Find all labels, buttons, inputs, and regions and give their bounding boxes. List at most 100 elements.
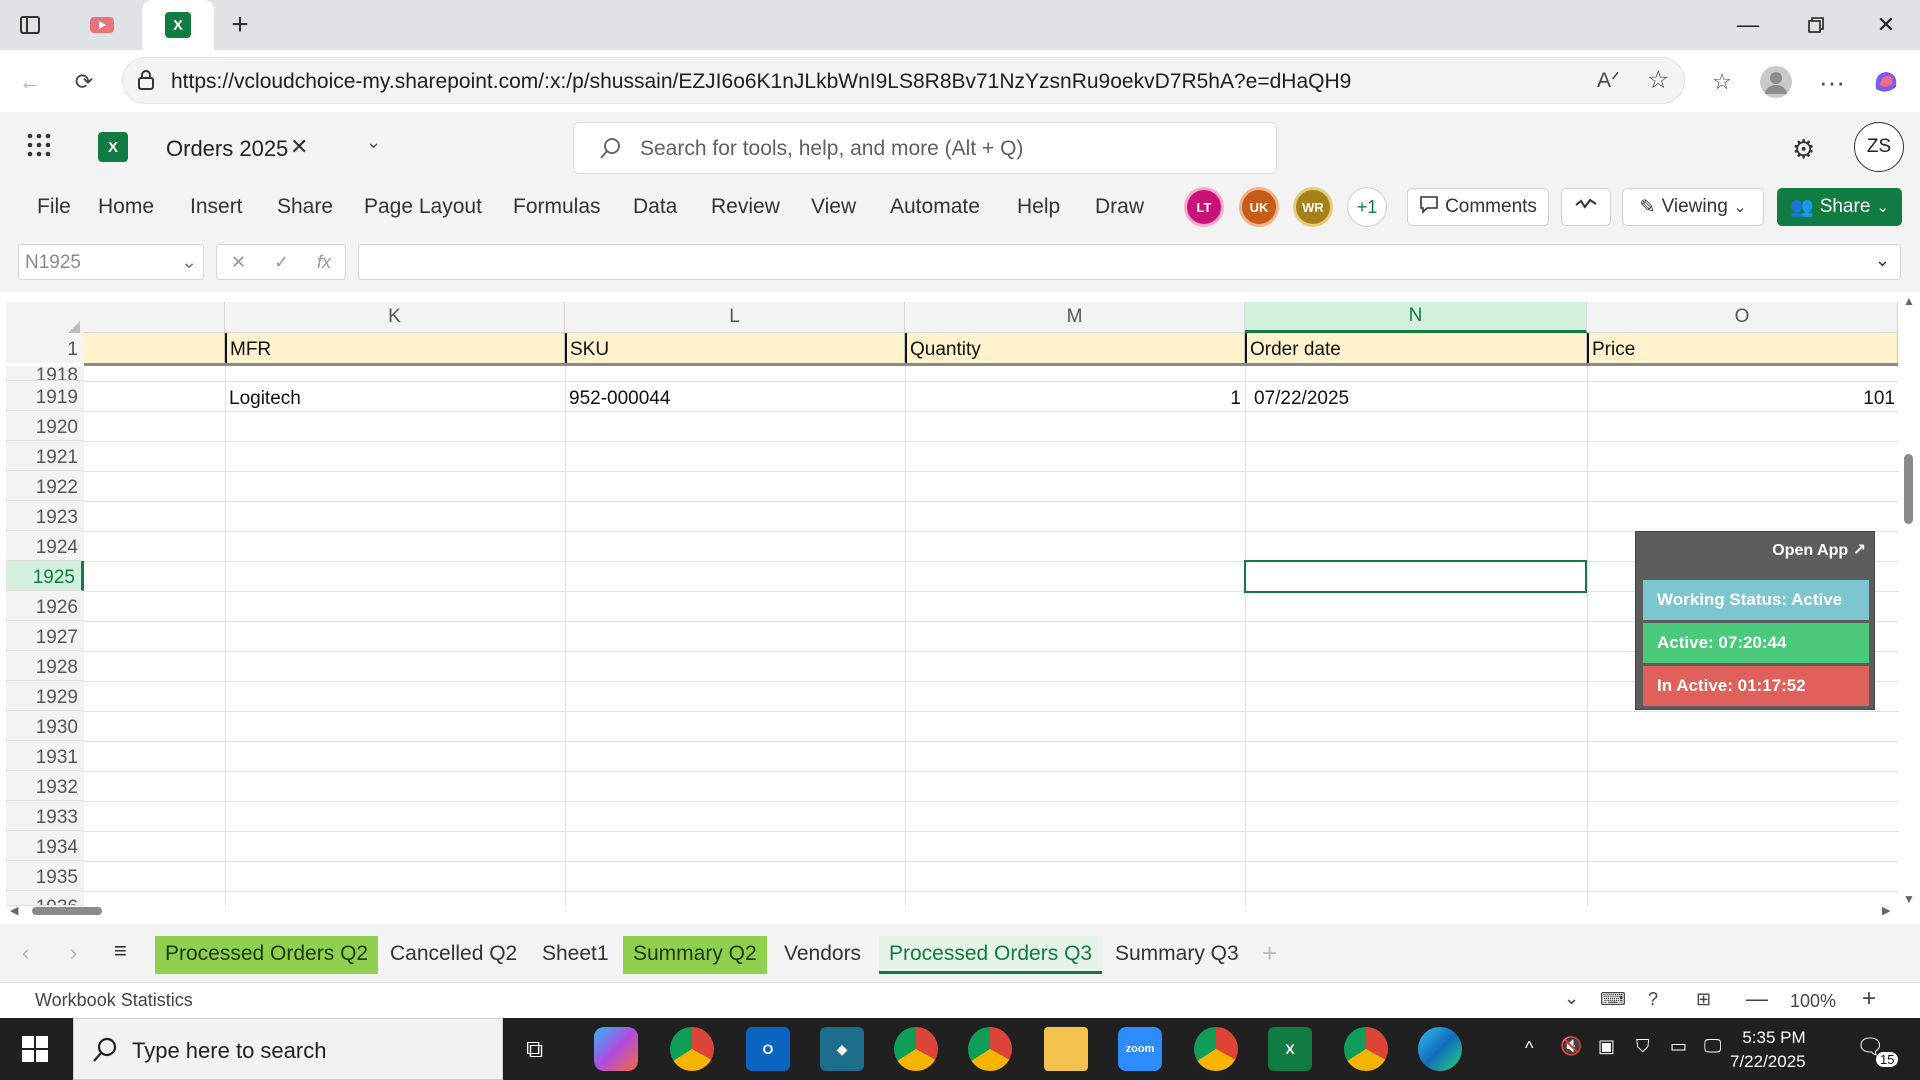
add-sheet-icon[interactable]: + [1262, 938, 1277, 969]
menu-home[interactable]: Home [98, 195, 154, 219]
sheet-tab-summary-q2[interactable]: Summary Q2 [623, 936, 767, 974]
share-button[interactable]: 👥 Share ⌄ [1777, 188, 1902, 226]
no-sync-icon[interactable]: ✕ [290, 134, 308, 160]
tab-actions-icon[interactable] [12, 7, 48, 43]
more-options-icon[interactable]: ··· [1812, 62, 1852, 102]
file-explorer-icon[interactable] [1044, 1027, 1088, 1071]
scroll-up-icon[interactable]: ▲ [1903, 294, 1915, 308]
menu-share[interactable]: Share [277, 195, 333, 219]
copilot-taskbar-icon[interactable] [594, 1027, 638, 1071]
feedback-icon[interactable]: ⊞ [1696, 989, 1711, 1010]
sheet-tab-processed-orders-q3[interactable]: Processed Orders Q3 [879, 936, 1103, 974]
more-collaborators[interactable]: +1 [1347, 187, 1387, 227]
collaborator-avatar-uk[interactable]: UK [1239, 187, 1279, 227]
tray-shield-icon[interactable]: ⛉ [1636, 1036, 1650, 1057]
tray-app-icon[interactable]: ▣ [1598, 1036, 1615, 1057]
activity-button[interactable] [1561, 188, 1611, 226]
selected-cell-n1925[interactable] [1244, 560, 1587, 593]
cell-mfr[interactable]: Logitech [229, 388, 301, 410]
back-icon[interactable]: ← [10, 62, 50, 102]
read-aloud-icon[interactable]: A͏ᐟ [1597, 68, 1620, 93]
app-diamond-icon[interactable]: ◆ [820, 1027, 864, 1071]
zoom-app-icon[interactable]: zoom [1118, 1027, 1162, 1071]
row-header[interactable]: 1928 [6, 651, 84, 681]
header-cell-order-date[interactable]: Order date [1245, 333, 1587, 363]
excel-app-icon[interactable]: X [98, 132, 128, 162]
column-header-j[interactable] [84, 302, 225, 333]
formula-input[interactable]: ⌄ [358, 244, 1901, 280]
vertical-scrollbar[interactable]: ▲ ▼ [1898, 292, 1920, 916]
sheet-tab-cancelled-q2[interactable]: Cancelled Q2 [380, 936, 527, 974]
collaborator-avatar-lt[interactable]: LT [1184, 187, 1224, 227]
youtube-tab-icon[interactable] [84, 7, 120, 43]
windows-start-icon[interactable] [22, 1036, 48, 1067]
insert-function-icon[interactable]: fx [317, 252, 331, 273]
restore-icon[interactable] [1788, 0, 1844, 50]
document-title[interactable]: Orders 2025 [166, 136, 288, 162]
column-header-l[interactable]: L [565, 302, 905, 333]
excel-tab[interactable]: X [142, 0, 214, 50]
zoom-level[interactable]: 100% [1790, 991, 1836, 1012]
taskbar-search[interactable]: Type here to search [73, 1018, 503, 1080]
zoom-in-icon[interactable]: + [1862, 985, 1876, 1013]
sheet-tab-vendors[interactable]: Vendors [774, 936, 871, 974]
prev-sheet-icon[interactable]: ‹ [22, 940, 29, 966]
cell-order-date[interactable]: 07/22/2025 [1254, 388, 1349, 410]
close-icon[interactable]: ✕ [1858, 0, 1914, 50]
new-tab-icon[interactable]: + [222, 7, 258, 43]
row-header[interactable]: 1918 [6, 366, 84, 381]
menu-help[interactable]: Help [1017, 195, 1060, 219]
user-avatar[interactable]: ZS [1854, 122, 1904, 172]
minimize-icon[interactable]: — [1720, 0, 1776, 50]
row-header[interactable]: 1933 [6, 801, 84, 831]
confirm-formula-icon[interactable]: ✓ [274, 252, 289, 273]
status-chevron-down-icon[interactable]: ⌄ [1564, 988, 1579, 1009]
sheet-tab-summary-q3[interactable]: Summary Q3 [1105, 936, 1249, 974]
row-header[interactable]: 1932 [6, 771, 84, 801]
chrome-profile-3-icon[interactable] [1194, 1027, 1238, 1071]
profile-icon[interactable] [1756, 62, 1796, 102]
cell-price[interactable]: 101 [1587, 388, 1895, 410]
open-app-link[interactable]: Open App ↗ [1772, 540, 1866, 560]
row-header-1[interactable]: 1 [6, 333, 84, 363]
chrome-profile-2-icon[interactable] [968, 1027, 1012, 1071]
tray-overflow-icon[interactable]: ^ [1525, 1038, 1533, 1059]
horizontal-scroll-thumb[interactable] [32, 907, 102, 915]
header-cell-quantity[interactable]: Quantity [905, 333, 1245, 363]
row-header[interactable]: 1920 [6, 411, 84, 441]
help-icon[interactable]: ? [1648, 989, 1658, 1010]
mute-icon[interactable]: 🔇 [1560, 1036, 1582, 1057]
expand-formula-chevron-icon[interactable]: ⌄ [1875, 250, 1890, 271]
menu-data[interactable]: Data [633, 195, 677, 219]
menu-insert[interactable]: Insert [190, 195, 243, 219]
edge-icon[interactable] [1418, 1027, 1462, 1071]
cancel-formula-icon[interactable]: ✕ [231, 252, 246, 273]
scroll-left-icon[interactable]: ◀ [10, 904, 18, 917]
title-chevron-down-icon[interactable]: ⌄ [366, 132, 381, 153]
task-view-icon[interactable]: ⧉ [526, 1036, 543, 1064]
settings-gear-icon[interactable]: ⚙ [1792, 134, 1815, 165]
spreadsheet-grid[interactable]: 1 K L M N O MFR SKU Quantity Order date … [0, 292, 1920, 917]
row-header[interactable]: 1930 [6, 711, 84, 741]
header-cell-mfr[interactable]: MFR [225, 333, 565, 363]
next-sheet-icon[interactable]: › [70, 940, 77, 966]
refresh-icon[interactable]: ⟳ [64, 62, 104, 102]
keyboard-icon[interactable]: ⌨ [1600, 989, 1626, 1010]
row-header[interactable]: 1919 [6, 381, 84, 411]
all-sheets-menu-icon[interactable]: ≡ [114, 938, 127, 964]
chrome-profile-icon[interactable] [670, 1027, 714, 1071]
row-header[interactable]: 1921 [6, 441, 84, 471]
network-icon[interactable]: 🖵 [1704, 1036, 1721, 1057]
header-cell-sku[interactable]: SKU [565, 333, 905, 363]
row-header[interactable]: 1929 [6, 681, 84, 711]
row-header-selected[interactable]: 1925 [6, 561, 84, 591]
column-header-n[interactable]: N [1245, 302, 1587, 333]
vertical-scroll-thumb[interactable] [1904, 454, 1913, 524]
favorite-star-icon[interactable]: ☆ [1647, 65, 1669, 95]
chrome-icon[interactable] [894, 1027, 938, 1071]
url-field[interactable]: https://vcloudchoice-my.sharepoint.com/:… [122, 57, 1685, 104]
row-header[interactable]: 1922 [6, 471, 84, 501]
column-header-o[interactable]: O [1587, 302, 1898, 333]
name-box[interactable]: N1925 ⌄ [18, 244, 204, 280]
row-header[interactable]: 1935 [6, 861, 84, 891]
